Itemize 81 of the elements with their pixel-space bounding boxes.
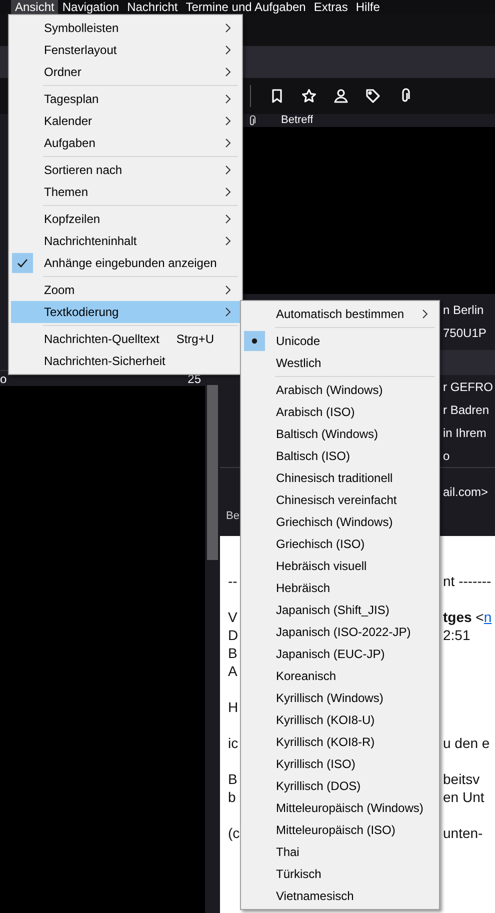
menu-item[interactable]: Nachrichten-Sicherheit [11, 350, 240, 372]
menu-item[interactable]: Arabisch (ISO) [243, 401, 437, 423]
menu-item[interactable]: Kyrillisch (Windows) [243, 687, 437, 709]
header-text: 750U1P [443, 326, 486, 340]
body-text: nt ------- [443, 573, 492, 589]
menu-item[interactable]: Sortieren nach [11, 159, 240, 181]
header-text: Be [226, 510, 240, 522]
menu-item[interactable]: Kyrillisch (KOI8-R) [243, 731, 437, 753]
header-text: n Berlin [443, 302, 484, 316]
unread-count: 25 [188, 372, 201, 386]
folder-name[interactable]: o [0, 372, 7, 386]
body-text: u den e [443, 735, 490, 751]
menu-item[interactable]: Japanisch (ISO-2022-JP) [243, 621, 437, 643]
menu-item[interactable]: Kalender [11, 110, 240, 132]
body-text: tges < [443, 609, 484, 625]
menu-bar-item[interactable]: Nachricht [123, 0, 182, 14]
menu-item[interactable]: Baltisch (Windows) [243, 423, 437, 445]
body-text: ic [228, 735, 238, 751]
menu-item[interactable]: Hebräisch [243, 577, 437, 599]
menu-item[interactable]: Kyrillisch (DOS) [243, 775, 437, 797]
menu-item[interactable]: Vietnamesisch [243, 885, 437, 907]
menu-item[interactable]: Japanisch (Shift_JIS) [243, 599, 437, 621]
menu-item[interactable]: Aufgaben [11, 132, 240, 154]
menu-item[interactable]: Themen [11, 181, 240, 203]
menu-item[interactable]: Textkodierung [11, 301, 240, 323]
body-text: en Unt [443, 789, 484, 805]
body-text: D [228, 627, 238, 643]
menu-item[interactable]: Türkisch [243, 863, 437, 885]
contact-icon[interactable] [333, 88, 349, 104]
shortcut-label: Strg+U [176, 332, 214, 346]
menu-item[interactable]: Griechisch (ISO) [243, 533, 437, 555]
menu-item[interactable]: Koreanisch [243, 665, 437, 687]
menu-item[interactable]: Nachrichten-Quelltext Strg+U [11, 328, 240, 350]
menu-item[interactable]: Automatisch bestimmen [243, 303, 437, 325]
body-text: B [228, 771, 238, 787]
menu-item[interactable]: Kyrillisch (ISO) [243, 753, 437, 775]
header-text: r GEFRO [443, 380, 493, 394]
menu-item[interactable]: Griechisch (Windows) [243, 511, 437, 533]
menu-item[interactable]: Thai [243, 841, 437, 863]
body-text: V [228, 609, 238, 625]
email-link[interactable]: n [484, 609, 492, 625]
menu-item[interactable]: Zoom [11, 279, 240, 301]
body-text: B [228, 645, 238, 661]
menu-item[interactable]: Mitteleuropäisch (Windows) [243, 797, 437, 819]
header-text: o [443, 448, 450, 462]
menu-bar-item[interactable]: Termine und Aufgaben [182, 0, 310, 14]
menu-bar-item[interactable]: Extras [310, 0, 352, 14]
menu-item[interactable]: Anhänge eingebunden anzeigen [11, 252, 240, 274]
star-icon[interactable] [301, 88, 317, 104]
body-text: H [228, 699, 238, 715]
menu-item[interactable]: Baltisch (ISO) [243, 445, 437, 467]
menu-item[interactable]: Japanisch (EUC-JP) [243, 643, 437, 665]
header-text: in Ihrem [443, 426, 486, 440]
menu-item[interactable]: Mitteleuropäisch (ISO) [243, 819, 437, 841]
header-text: ail.com> [443, 484, 488, 498]
menu-item[interactable]: Ordner [11, 61, 240, 83]
menu-bar-item[interactable]: Ansicht [11, 0, 58, 14]
menu-item[interactable]: Unicode [243, 330, 437, 352]
menu-item[interactable]: Nachrichteninhalt [11, 230, 240, 252]
menu-item[interactable]: Arabisch (Windows) [243, 379, 437, 401]
header-text: r Badren [443, 402, 490, 416]
menu-item[interactable]: Chinesisch vereinfacht [243, 489, 437, 511]
menu-bar-item[interactable]: Hilfe [352, 0, 384, 14]
menu-item[interactable]: Chinesisch traditionell [243, 467, 437, 489]
bookmark-icon[interactable] [269, 88, 285, 104]
menu-item[interactable]: Fensterlayout [11, 39, 240, 61]
menu-item[interactable]: Hebräisch visuell [243, 555, 437, 577]
body-text: beitsv [443, 771, 480, 787]
tag-icon[interactable] [365, 88, 381, 104]
body-text: unten- [443, 825, 483, 841]
menu-bar-item[interactable]: Navigation [58, 0, 124, 14]
menu-item[interactable]: Kyrillisch (KOI8-U) [243, 709, 437, 731]
scrollbar-thumb[interactable] [207, 385, 218, 560]
menu-item[interactable]: Kopfzeilen [11, 208, 240, 230]
column-header[interactable]: Betreff [281, 114, 314, 127]
body-text: -- [228, 573, 238, 589]
body-text: A [228, 663, 238, 679]
menu-item[interactable]: Westlich [243, 352, 437, 374]
body-text: (c [228, 825, 240, 841]
body-text: b [228, 789, 236, 805]
body-text: 2:51 [443, 627, 470, 643]
